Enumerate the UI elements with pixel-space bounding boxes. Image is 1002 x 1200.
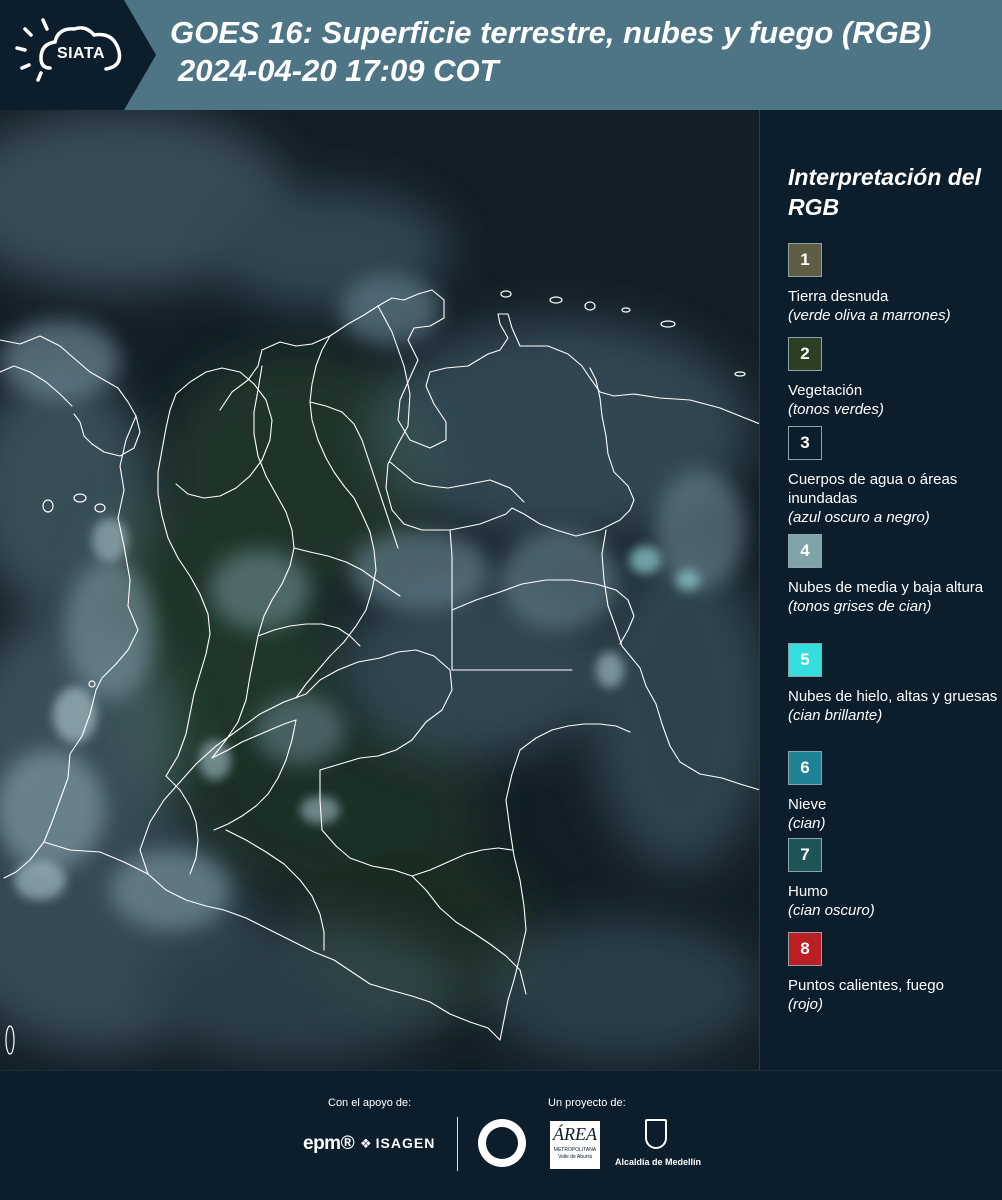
legend-swatch: 6 xyxy=(788,751,822,785)
legend-item-note: (verde oliva a marrones) xyxy=(788,307,951,324)
siata-logo-text: SIATA xyxy=(56,45,106,62)
header-band: SIATA GOES 16: Superficie terrestre, nub… xyxy=(0,0,1002,110)
legend-item: 2 Vegetación (tonos verdes) xyxy=(788,337,998,419)
legend-item-note: (cian brillante) xyxy=(788,707,883,724)
legend-item-note: (rojo) xyxy=(788,996,824,1013)
legend-item-label: Humo xyxy=(788,883,829,900)
area-logo-mark: ÁREA xyxy=(553,1124,597,1144)
legend-item-label: Vegetación xyxy=(788,382,863,399)
legend-item-label: Nubes de hielo, altas y gruesas xyxy=(788,688,998,705)
legend-item-label: Cuerpos de agua o áreas inundadas xyxy=(788,471,958,507)
page-title: GOES 16: Superficie terrestre, nubes y f… xyxy=(170,15,932,50)
legend-swatch: 5 xyxy=(788,643,822,677)
project-caption: Un proyecto de: xyxy=(548,1097,626,1109)
legend-item: 7 Humo (cian oscuro) xyxy=(788,838,998,920)
siata-logo[interactable]: SIATA xyxy=(0,0,158,110)
footer: Con el apoyo de: Un proyecto de: epm® ❖ I… xyxy=(0,1070,1002,1200)
legend-item-label: Tierra desnuda xyxy=(788,288,889,305)
legend-swatch: 3 xyxy=(788,426,822,460)
legend-item-label: Puntos calientes, fuego xyxy=(788,977,944,994)
seal-center-icon xyxy=(486,1127,518,1159)
footer-divider xyxy=(457,1117,458,1171)
alcaldia-logo-text: Alcaldía de Medellín xyxy=(614,1157,702,1167)
legend-item-note: (tonos verdes) xyxy=(788,401,884,418)
legend-item-note: (cian) xyxy=(788,815,826,832)
area-metropolitana-logo[interactable]: ÁREA METROPOLITANA Valle de Aburrá xyxy=(550,1121,600,1169)
legend-item-label: Nubes de media y baja altura xyxy=(788,579,984,596)
legend-item: 3 Cuerpos de agua o áreas inundadas (azul … xyxy=(788,426,998,527)
epm-logo[interactable]: epm® xyxy=(303,1133,355,1155)
legend-item: 5 Nubes de hielo, altas y gruesas (cian br… xyxy=(788,643,998,725)
legend-title: Interpretación del RGB xyxy=(788,164,981,220)
legend-item-note: (azul oscuro a negro) xyxy=(788,509,930,526)
legend-item: 6 Nieve (cian) xyxy=(788,751,998,833)
legend-item-label: Nieve xyxy=(788,796,827,813)
isagen-mark-icon: ❖ xyxy=(360,1136,373,1151)
area-logo-sub: METROPOLITANA xyxy=(553,1147,597,1153)
legend-item: 1 Tierra desnuda (verde oliva a marrones) xyxy=(788,243,998,325)
legend-item: 8 Puntos calientes, fuego (rojo) xyxy=(788,932,998,1014)
support-caption: Con el apoyo de: xyxy=(328,1097,412,1109)
isagen-logo[interactable]: ❖ ISAGEN xyxy=(360,1135,435,1152)
isagen-logo-text: ISAGEN xyxy=(375,1135,436,1151)
legend-item: 4 Nubes de media y baja altura (tonos gris… xyxy=(788,534,998,616)
legend-swatch: 4 xyxy=(788,534,822,568)
alcaldia-shield-icon[interactable] xyxy=(645,1119,667,1149)
medellin-seal-logo[interactable] xyxy=(478,1119,526,1167)
legend-swatch: 1 xyxy=(788,243,822,277)
satellite-map[interactable] xyxy=(0,110,760,1070)
image-timestamp: 2024-04-20 17:09 COT xyxy=(178,53,499,88)
legend-swatch: 7 xyxy=(788,838,822,872)
legend-item-note: (tonos grises de cian) xyxy=(788,598,932,615)
rgb-legend: Interpretación del RGB 1 Tierra desnuda (v… xyxy=(760,110,1002,1070)
area-logo-sub2: Valle de Aburrá xyxy=(558,1154,592,1160)
legend-item-note: (cian oscuro) xyxy=(788,902,875,919)
legend-swatch: 8 xyxy=(788,932,822,966)
satellite-map-svg xyxy=(0,110,759,1070)
legend-swatch: 2 xyxy=(788,337,822,371)
